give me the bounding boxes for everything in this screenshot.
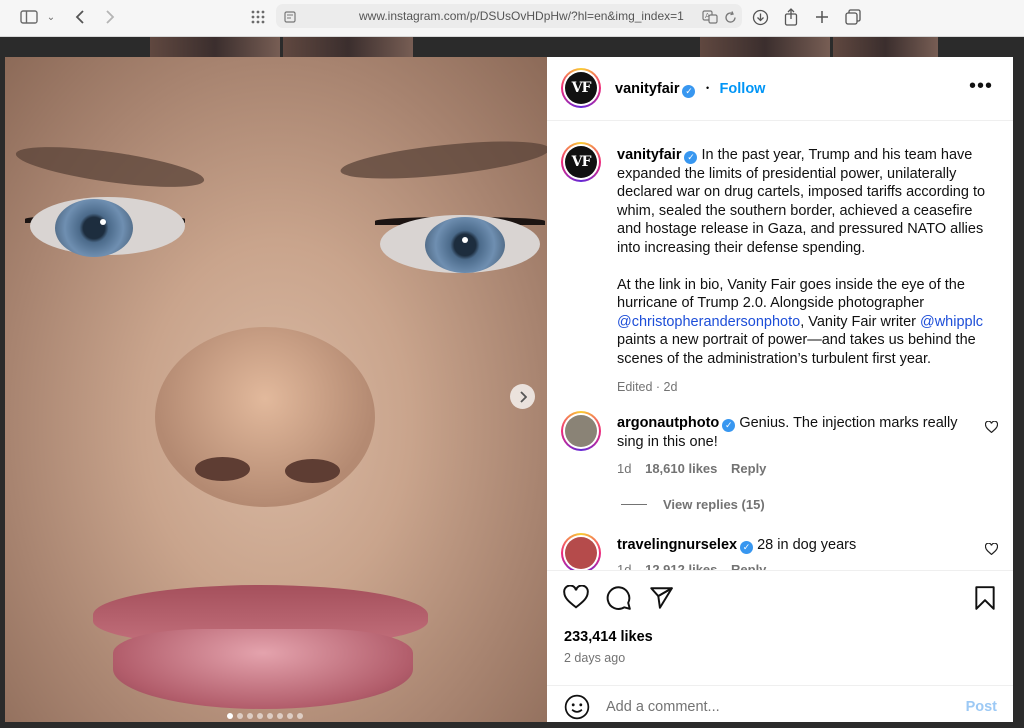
right-eye-glint [462,237,468,243]
commenter-avatar[interactable] [561,533,601,570]
comment-like-icon[interactable] [984,420,999,436]
background-thumbnail [283,37,413,59]
caption-avatar[interactable]: VF [561,142,601,182]
background-thumbnail [150,37,280,59]
address-bar[interactable]: www.instagram.com/p/DSUsOvHDpHw/?hl=en&i… [276,4,742,28]
post-image[interactable] [5,57,547,722]
commenter-avatar[interactable] [561,411,601,451]
caption-meta: Edited · 2d [617,380,678,394]
reply-button[interactable]: Reply [731,562,766,570]
reply-button[interactable]: Reply [731,461,766,476]
caption-paragraph-2-start: At the link in bio, Vanity Fair goes ins… [617,276,965,312]
comment-bar: Add a comment... Post [547,685,1013,723]
add-comment-input[interactable]: Add a comment... [606,699,720,715]
post-caption: vanityfair ✓ In the past year, Trump and … [617,146,997,397]
comment-like-icon[interactable] [984,542,999,558]
reader-icon[interactable] [282,6,298,28]
comment-bubble-icon[interactable] [606,585,634,613]
back-icon[interactable] [70,6,90,28]
forward-icon[interactable] [100,6,120,28]
carousel-dot[interactable] [237,713,243,719]
left-iris [55,199,133,257]
more-options-icon[interactable]: ••• [969,75,993,98]
translate-icon[interactable]: A [702,6,718,28]
right-iris [425,217,505,273]
header-separator: • [705,83,710,93]
avatar-photo [565,537,597,569]
commenter-name[interactable]: argonautphoto [617,415,719,431]
tabs-overview-icon[interactable] [843,6,863,28]
carousel-dot[interactable] [297,713,303,719]
carousel-dot[interactable] [287,713,293,719]
carousel-dot[interactable] [227,713,233,719]
share-icon[interactable] [781,6,801,28]
post-comment-button[interactable]: Post [966,699,997,715]
avatar-logo: VF [565,146,597,178]
post-side-panel: VF vanityfair ✓ • Follow ••• VF vanityfai… [547,57,1013,722]
emoji-icon[interactable] [564,694,590,725]
comment-meta: 1d 12,912 likes Reply [617,562,766,570]
background-thumbnail [700,37,830,59]
post-header: VF vanityfair ✓ • Follow ••• [547,57,1013,121]
left-eyebrow [13,138,207,196]
left-nostril [195,457,250,481]
caption-paragraph-2-end: paints a new portrait of power—and takes… [617,332,976,367]
reload-icon[interactable] [722,6,738,28]
comment: argonautphoto ✓ Genius. The injection mar… [617,414,977,452]
verified-badge-icon: ✓ [684,151,698,164]
mention-link[interactable]: @christopherandersonphoto [617,314,800,330]
left-eye-glint [100,219,106,225]
verified-badge-icon: ✓ [682,85,696,98]
view-replies-button[interactable]: View replies (15) [663,497,765,512]
comment-age: 1d [617,461,632,476]
caption-paragraph-1: In the past year, Trump and his team hav… [617,147,986,256]
follow-button[interactable]: Follow [720,81,766,97]
tab-grid-icon[interactable] [248,6,268,28]
account-avatar[interactable]: VF [561,68,601,108]
avatar-logo: VF [565,72,597,104]
download-icon[interactable] [750,6,770,28]
new-tab-icon[interactable] [812,6,832,28]
nose [155,327,375,507]
url-text: www.instagram.com/p/DSUsOvHDpHw/?hl=en&i… [359,9,684,23]
sidebar-icon[interactable] [18,6,40,28]
comment-age: 1d [617,562,632,570]
like-heart-icon[interactable] [563,584,591,613]
account-name[interactable]: vanityfair [615,81,679,97]
replies-divider [621,504,647,505]
caption-account-name[interactable]: vanityfair [617,147,681,163]
comments-scroll[interactable]: VF vanityfair ✓ In the past year, Trump a… [547,122,1013,570]
post-actions: 233,414 likes 2 days ago Add a comment..… [547,570,1013,722]
carousel-dots [227,713,303,719]
save-bookmark-icon[interactable] [973,585,1001,613]
avatar-photo [565,415,597,447]
like-count[interactable]: 233,414 likes [564,629,653,645]
share-send-icon[interactable] [648,585,676,613]
caption-paragraph-2-middle: , Vanity Fair writer [800,313,920,330]
carousel-dot[interactable] [267,713,273,719]
carousel-dot[interactable] [277,713,283,719]
right-nostril [285,459,340,483]
header-account-row: vanityfair ✓ • Follow [615,80,765,98]
commenter-name[interactable]: travelingnurselex [617,537,737,553]
carousel-dot[interactable] [257,713,263,719]
chevron-down-icon[interactable]: ⌄ [44,6,58,28]
comment: travelingnurselex ✓ 28 in dog years [617,536,977,555]
carousel-dot[interactable] [247,713,253,719]
comment-likes[interactable]: 12,912 likes [645,562,717,570]
lower-lip [113,629,413,709]
comment-text: 28 in dog years [757,537,857,553]
next-image-button[interactable] [510,384,535,409]
comment-meta: 1d 18,610 likes Reply [617,461,766,476]
browser-toolbar: ⌄ www.instagram.com/p/DSUsOvHDpHw/?hl=en… [0,0,1024,37]
background-thumbnail [833,37,938,59]
comment-likes[interactable]: 18,610 likes [645,461,717,476]
post-timestamp: 2 days ago [564,651,626,665]
verified-badge-icon: ✓ [740,541,754,554]
verified-badge-icon: ✓ [722,419,736,432]
right-eyebrow [339,134,547,186]
mention-link[interactable]: @whipplc [920,314,983,330]
